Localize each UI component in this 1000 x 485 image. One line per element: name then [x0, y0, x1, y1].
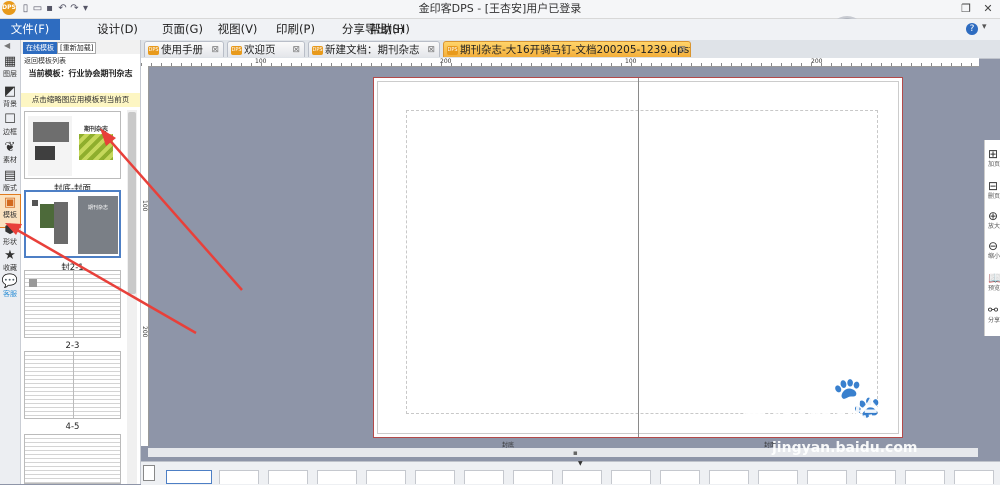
watermark-url: jingyan.baidu.com — [772, 440, 918, 456]
annotation-arrow — [11, 225, 197, 335]
annotation-arrow — [105, 135, 243, 291]
arrow-head — [5, 223, 22, 235]
watermark-brand: Bai经验 — [742, 397, 884, 438]
